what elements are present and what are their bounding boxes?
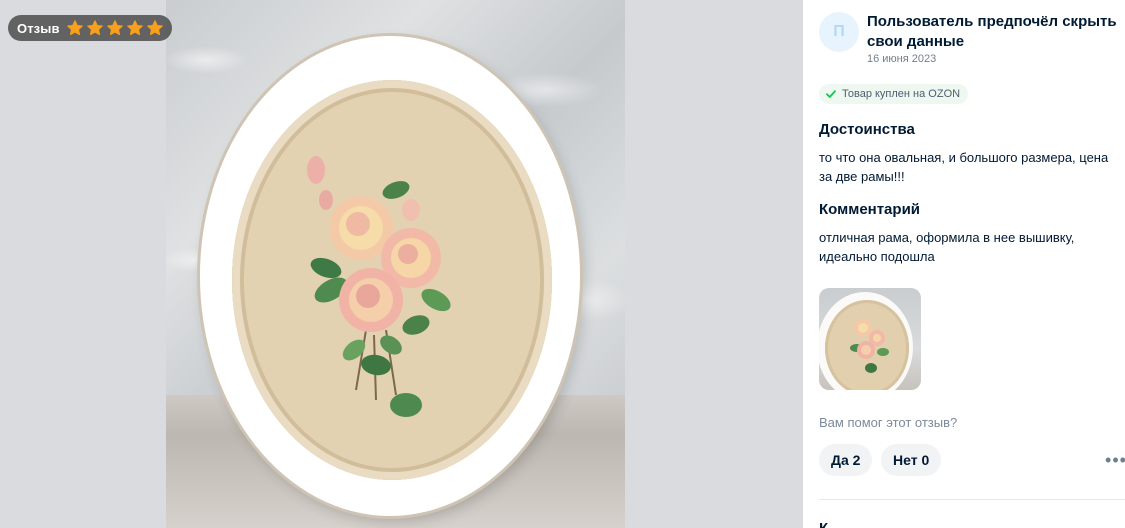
- review-photo-thumbnail[interactable]: [819, 288, 921, 390]
- thumbnail-roses: [850, 319, 889, 373]
- helpful-no-button[interactable]: Нет 0: [881, 444, 942, 476]
- ellipsis-icon[interactable]: •••: [1105, 450, 1125, 470]
- star-icon: [126, 20, 143, 36]
- star-icon: [106, 20, 123, 36]
- pros-heading: Достоинства: [819, 121, 915, 138]
- review-rating-badge: Отзыв: [8, 15, 172, 41]
- review-photo[interactable]: [166, 0, 625, 528]
- divider: [819, 499, 1125, 500]
- review-author: Пользователь предпочёл скрыть свои данны…: [867, 13, 1117, 50]
- star-icon: [146, 20, 163, 36]
- helpful-yes-button[interactable]: Да 2: [819, 444, 873, 476]
- next-review-heading: К: [819, 519, 828, 528]
- review-panel: П Пользователь предпочёл скрыть свои дан…: [803, 0, 1125, 528]
- comment-heading: Комментарий: [819, 201, 921, 218]
- purchase-verified-badge: Товар куплен на OZON: [819, 84, 969, 104]
- review-date: 16 июня 2023: [867, 53, 937, 65]
- star-icon: [86, 20, 103, 36]
- rose-embroidery-image: [307, 156, 451, 417]
- avatar: П: [819, 12, 859, 52]
- checkmark-icon: [826, 90, 836, 98]
- media-viewer: Отзыв: [0, 0, 803, 528]
- pros-text: то что она овальная, и большого размера,…: [819, 150, 1109, 184]
- rating-stars: [66, 19, 164, 37]
- star-icon: [66, 20, 83, 36]
- purchase-verified-label: Товар куплен на OZON: [842, 88, 961, 100]
- comment-text: отличная рама, оформила в нее вышивку, и…: [819, 230, 1075, 264]
- review-badge-label: Отзыв: [17, 20, 60, 36]
- helpful-question: Вам помог этот отзыв?: [819, 415, 958, 430]
